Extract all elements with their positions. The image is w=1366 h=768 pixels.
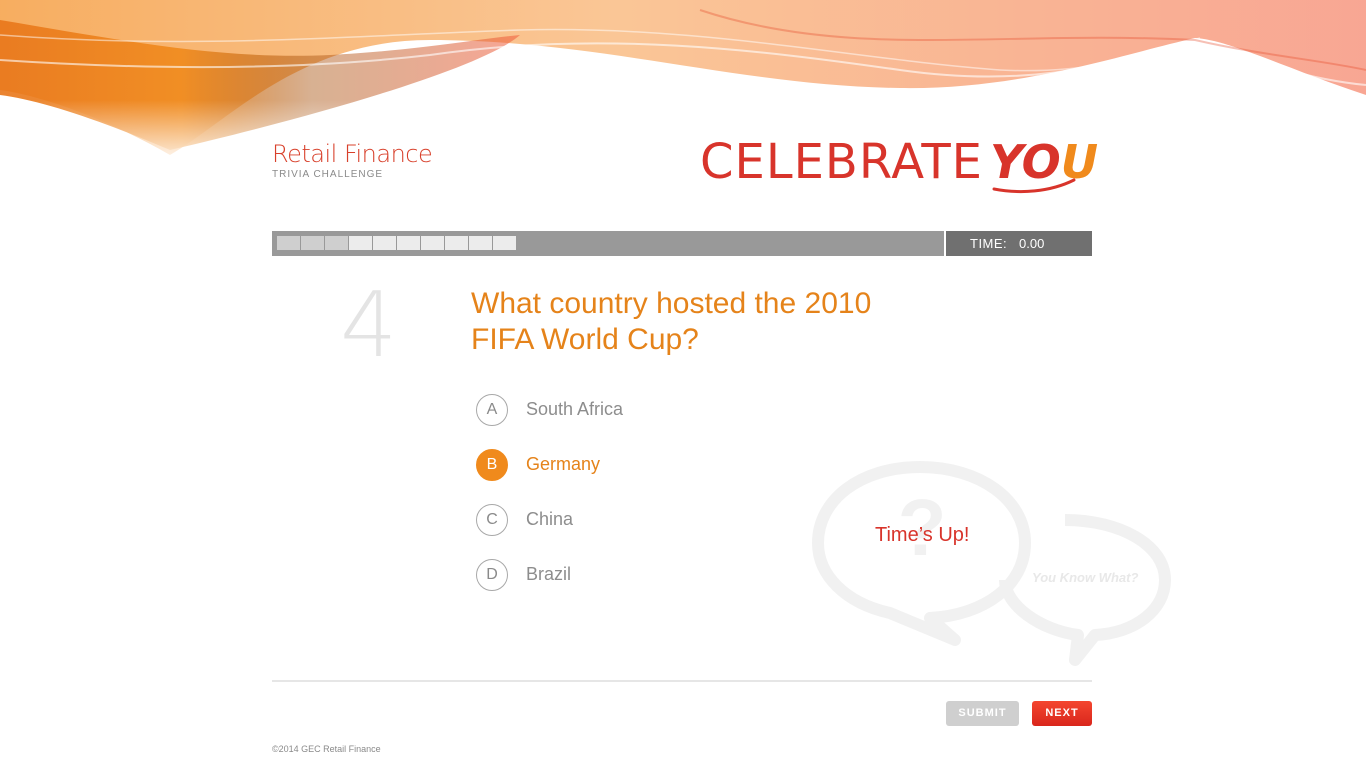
timer-value: 0.00 <box>1019 236 1045 251</box>
brand-logo: Retail Finance TRIVIA CHALLENGE <box>272 140 433 180</box>
progress-segment <box>493 236 516 250</box>
campaign-title: CELEBRATE <box>700 134 984 190</box>
timer: TIME: 0.00 <box>946 231 1092 256</box>
progress-track <box>272 231 944 256</box>
brand-title: Retail Finance <box>272 140 433 168</box>
submit-button[interactable]: SUBMIT <box>946 701 1019 726</box>
progress-segment <box>349 236 372 250</box>
progress-segment <box>469 236 492 250</box>
next-button[interactable]: NEXT <box>1032 701 1092 726</box>
progress-segment <box>325 236 348 250</box>
answer-option-c[interactable]: C China <box>476 504 736 536</box>
progress-bar: TIME: 0.00 <box>272 231 1092 256</box>
answer-letter: A <box>476 394 508 426</box>
answer-text: Germany <box>526 454 601 474</box>
question-number: 4 <box>340 273 398 378</box>
answer-letter: B <box>476 449 508 481</box>
answer-text: China <box>526 509 574 529</box>
you-know-what-watermark: You Know What? <box>1032 570 1139 585</box>
campaign-swoosh-icon <box>992 178 1076 194</box>
timer-label: TIME: <box>970 236 1008 251</box>
answer-letter: C <box>476 504 508 536</box>
copyright-footer: ©2014 GEC Retail Finance <box>272 744 381 754</box>
question-text: What country hosted the 2010 FIFA World … <box>471 287 872 356</box>
header-wave-banner <box>0 0 1366 170</box>
answer-letter: D <box>476 559 508 591</box>
progress-segment <box>373 236 396 250</box>
times-up-message: Time’s Up! <box>875 524 970 546</box>
answer-option-b[interactable]: B Germany <box>476 449 736 481</box>
answer-text: Brazil <box>526 564 572 584</box>
progress-segment <box>277 236 300 250</box>
progress-segment <box>397 236 420 250</box>
answer-option-a[interactable]: A South Africa <box>476 394 736 426</box>
progress-segment <box>301 236 324 250</box>
answer-option-d[interactable]: D Brazil <box>476 559 736 591</box>
progress-segment <box>445 236 468 250</box>
answer-text: South Africa <box>526 399 624 419</box>
brand-subtitle: TRIVIA CHALLENGE <box>272 169 384 180</box>
divider <box>272 680 1092 682</box>
progress-segment <box>421 236 444 250</box>
speech-bubbles-icon: ? <box>812 461 1171 666</box>
